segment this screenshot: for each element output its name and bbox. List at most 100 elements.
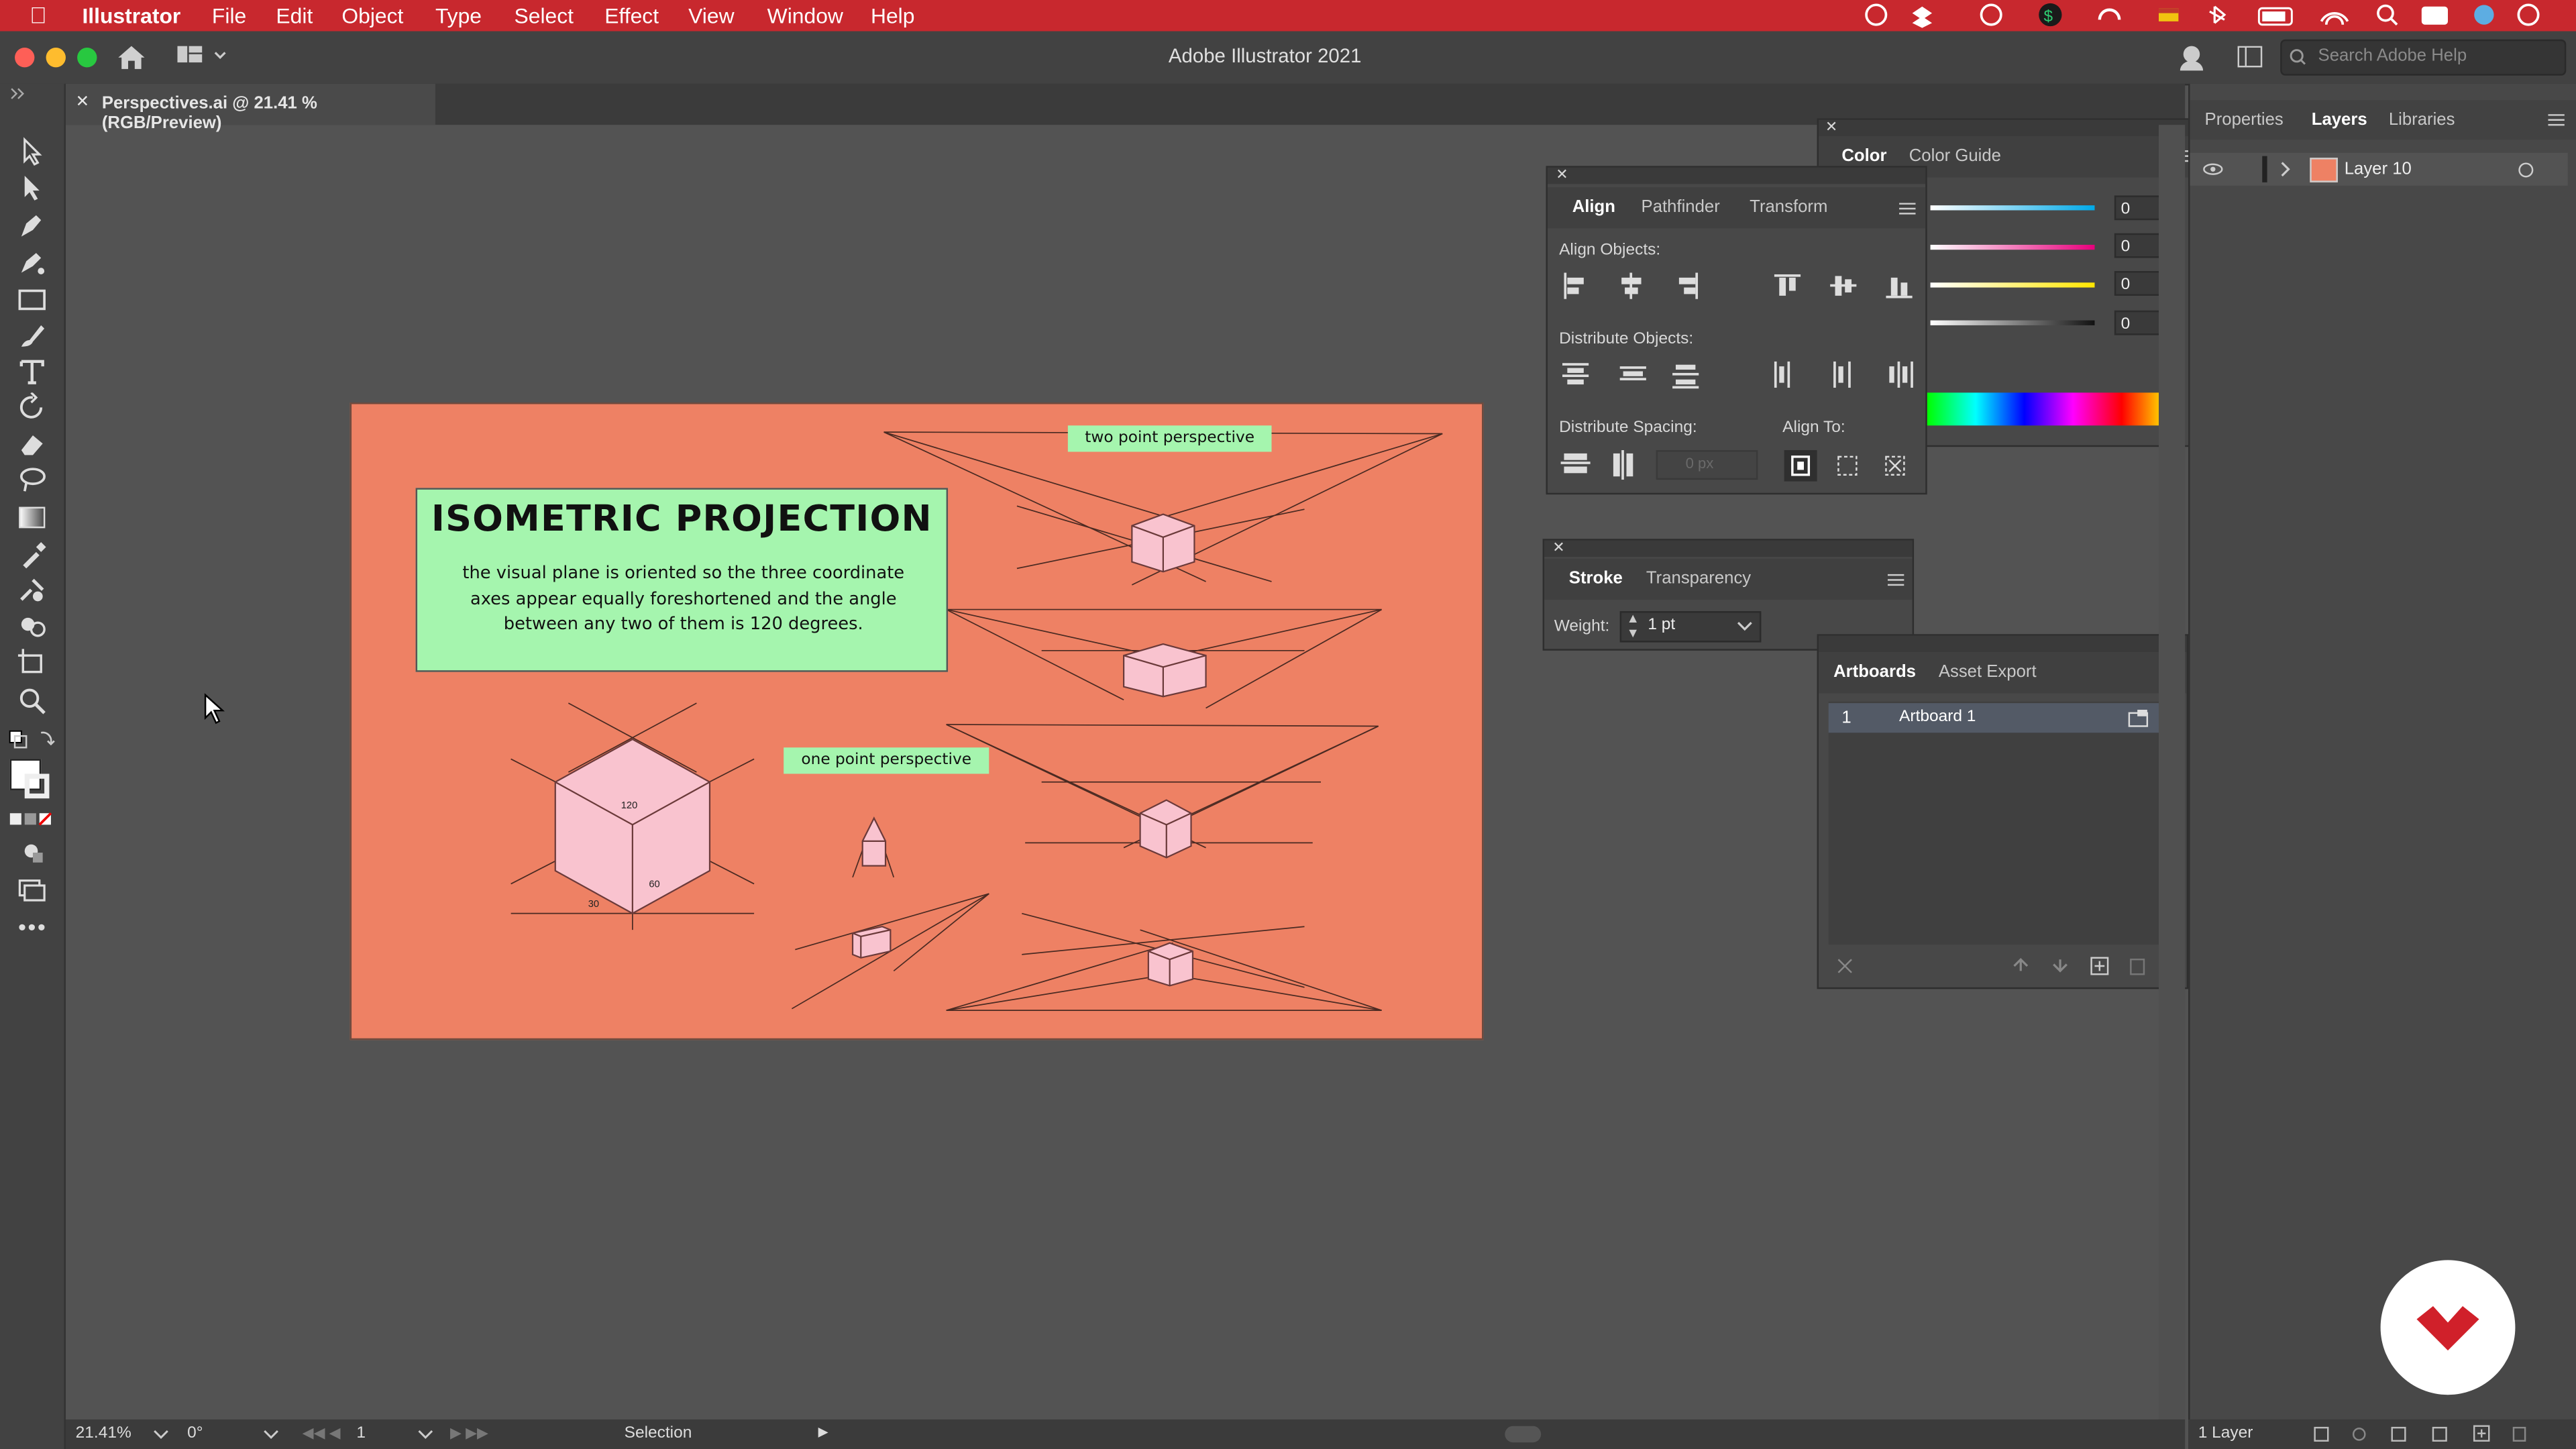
menu-object[interactable]: Object: [341, 0, 403, 32]
rectangle-tool-icon[interactable]: [16, 284, 49, 314]
selection-tool-icon[interactable]: [16, 136, 49, 166]
tab-layers[interactable]: Layers: [2312, 110, 2367, 129]
zoom-tool-icon[interactable]: [16, 685, 49, 714]
spacing-value-field[interactable]: 0 px: [1656, 450, 1758, 480]
chevron-down-icon[interactable]: [417, 1430, 433, 1441]
chevron-down-icon[interactable]: [153, 1430, 169, 1441]
isometric-projection-card[interactable]: ISOMETRIC PROJECTION the visual plane is…: [415, 488, 949, 672]
rotation-value[interactable]: 0°: [187, 1424, 203, 1442]
tab-transparency[interactable]: Transparency: [1646, 568, 1751, 588]
type-tool-icon[interactable]: [16, 356, 49, 386]
swap-fill-stroke-icon[interactable]: [8, 728, 57, 751]
tab-libraries[interactable]: Libraries: [2389, 110, 2455, 129]
menu-select[interactable]: Select: [515, 0, 574, 32]
eyedropper-tool-icon[interactable]: [16, 539, 49, 569]
black-slider[interactable]: [1930, 320, 2095, 325]
artboard-number[interactable]: 1: [356, 1424, 366, 1442]
artboard-nav-prev-icons[interactable]: ◀◀ ◀: [303, 1424, 341, 1442]
align-objects-buttons[interactable]: [1561, 272, 1923, 303]
draw-mode-icon[interactable]: [16, 838, 49, 867]
menu-help[interactable]: Help: [871, 0, 915, 32]
layer-row[interactable]: Layer 10: [2190, 152, 2568, 186]
cyan-value[interactable]: 0: [2114, 195, 2161, 221]
two-point-perspective-label[interactable]: two point perspective: [1067, 425, 1272, 452]
document-tab[interactable]: ✕ Perspectives.ai @ 21.41 % (RGB/Preview…: [65, 83, 435, 133]
gradient-tool-icon[interactable]: [16, 502, 49, 532]
tab-stroke[interactable]: Stroke: [1569, 568, 1623, 588]
color-mode-icons[interactable]: [9, 812, 56, 828]
menu-edit[interactable]: Edit: [276, 0, 313, 32]
expand-layer-icon[interactable]: [2279, 161, 2292, 177]
artboard-panel-footer-icons[interactable]: [1835, 955, 2164, 977]
close-panel-icon[interactable]: ✕: [1556, 166, 1568, 184]
panel-toggle-icon[interactable]: [2237, 46, 2264, 69]
color-spectrum-bar[interactable]: [1927, 392, 2171, 426]
rotate-tool-icon[interactable]: [16, 392, 49, 422]
menu-effect[interactable]: Effect: [604, 0, 659, 32]
yellow-slider[interactable]: [1930, 282, 2095, 288]
curvature-tool-icon[interactable]: [16, 246, 49, 276]
distribute-objects-buttons[interactable]: [1561, 361, 1923, 391]
vertical-scrollbar[interactable]: [2158, 125, 2186, 1419]
menu-type[interactable]: Type: [435, 0, 482, 32]
help-search-field[interactable]: Search Adobe Help: [2280, 39, 2567, 76]
status-menu-icon[interactable]: ▶: [818, 1424, 828, 1439]
more-tools-icon[interactable]: •••: [18, 914, 47, 940]
app-name-menu[interactable]: Illustrator: [82, 0, 180, 32]
tab-align[interactable]: Align: [1572, 197, 1615, 217]
tab-properties[interactable]: Properties: [2205, 110, 2284, 129]
black-value[interactable]: 0: [2114, 310, 2161, 335]
cyan-slider[interactable]: [1930, 205, 2095, 211]
tab-asset-export[interactable]: Asset Export: [1939, 662, 2037, 682]
magenta-value[interactable]: 0: [2114, 233, 2161, 258]
stroke-weight-field[interactable]: ▲ ▼ 1 pt: [1619, 611, 1762, 643]
pen-tool-icon[interactable]: [16, 210, 49, 239]
artboard-name[interactable]: Artboard 1: [1899, 708, 1976, 727]
eraser-tool-icon[interactable]: [16, 429, 49, 458]
collapse-toolbar-icon[interactable]: [8, 84, 28, 100]
tab-color-guide[interactable]: Color Guide: [1909, 146, 2001, 166]
menu-file[interactable]: File: [212, 0, 246, 32]
panel-menu-icon[interactable]: [1887, 574, 1904, 587]
shape-builder-tool-icon[interactable]: [16, 611, 49, 641]
yellow-value[interactable]: 0: [2114, 271, 2161, 296]
one-point-perspective-label[interactable]: one point perspective: [784, 747, 989, 774]
align-to-artboard-button[interactable]: [1784, 450, 1817, 482]
screen-mode-icon[interactable]: [16, 874, 49, 904]
blend-tool-icon[interactable]: [16, 575, 49, 604]
eye-icon[interactable]: [2203, 162, 2223, 176]
panel-menu-icon[interactable]: [2548, 113, 2565, 127]
artboard-tool-icon[interactable]: [16, 647, 49, 677]
tab-color[interactable]: Color: [1841, 146, 1886, 166]
search-user-icon[interactable]: [2177, 43, 2210, 72]
zoom-level[interactable]: 21.41%: [76, 1424, 131, 1442]
artboard-row[interactable]: 1 Artboard 1: [1828, 703, 2177, 733]
layer-target-icon[interactable]: [2518, 162, 2534, 178]
layers-footer-icons[interactable]: [2313, 1424, 2559, 1444]
direct-selection-tool-icon[interactable]: [16, 172, 49, 202]
layer-name[interactable]: Layer 10: [2345, 160, 2412, 179]
magenta-slider[interactable]: [1930, 244, 2095, 250]
menu-window[interactable]: Window: [767, 0, 843, 32]
horizontal-scrollbar-thumb[interactable]: [1505, 1426, 1542, 1443]
tab-artboards[interactable]: Artboards: [1833, 662, 1916, 682]
stepper-icon[interactable]: ▲ ▼: [1627, 611, 1640, 641]
tab-pathfinder[interactable]: Pathfinder: [1642, 197, 1720, 217]
distribute-spacing-buttons[interactable]: [1560, 450, 1653, 480]
artboard-options-icon[interactable]: [2127, 709, 2150, 728]
artboard-nav-next-icons[interactable]: ▶ ▶▶: [450, 1424, 488, 1442]
paintbrush-tool-icon[interactable]: [16, 321, 49, 350]
close-tab-icon[interactable]: ✕: [76, 94, 90, 112]
lasso-tool-icon[interactable]: [16, 465, 49, 494]
close-panel-icon[interactable]: ✕: [1552, 539, 1564, 557]
align-to-selection-buttons[interactable]: [1833, 453, 1915, 480]
close-panel-icon[interactable]: ✕: [1825, 118, 1837, 136]
chevron-down-icon[interactable]: [263, 1430, 279, 1441]
stroke-swatch[interactable]: [24, 773, 50, 799]
panel-menu-icon[interactable]: [1899, 202, 1916, 215]
chevron-down-icon[interactable]: [1737, 621, 1753, 635]
tab-transform[interactable]: Transform: [1750, 197, 1827, 217]
menu-view[interactable]: View: [688, 0, 734, 32]
artboard[interactable]: ISOMETRIC PROJECTION the visual plane is…: [350, 402, 1484, 1040]
apple-icon[interactable]: : [30, 0, 47, 32]
